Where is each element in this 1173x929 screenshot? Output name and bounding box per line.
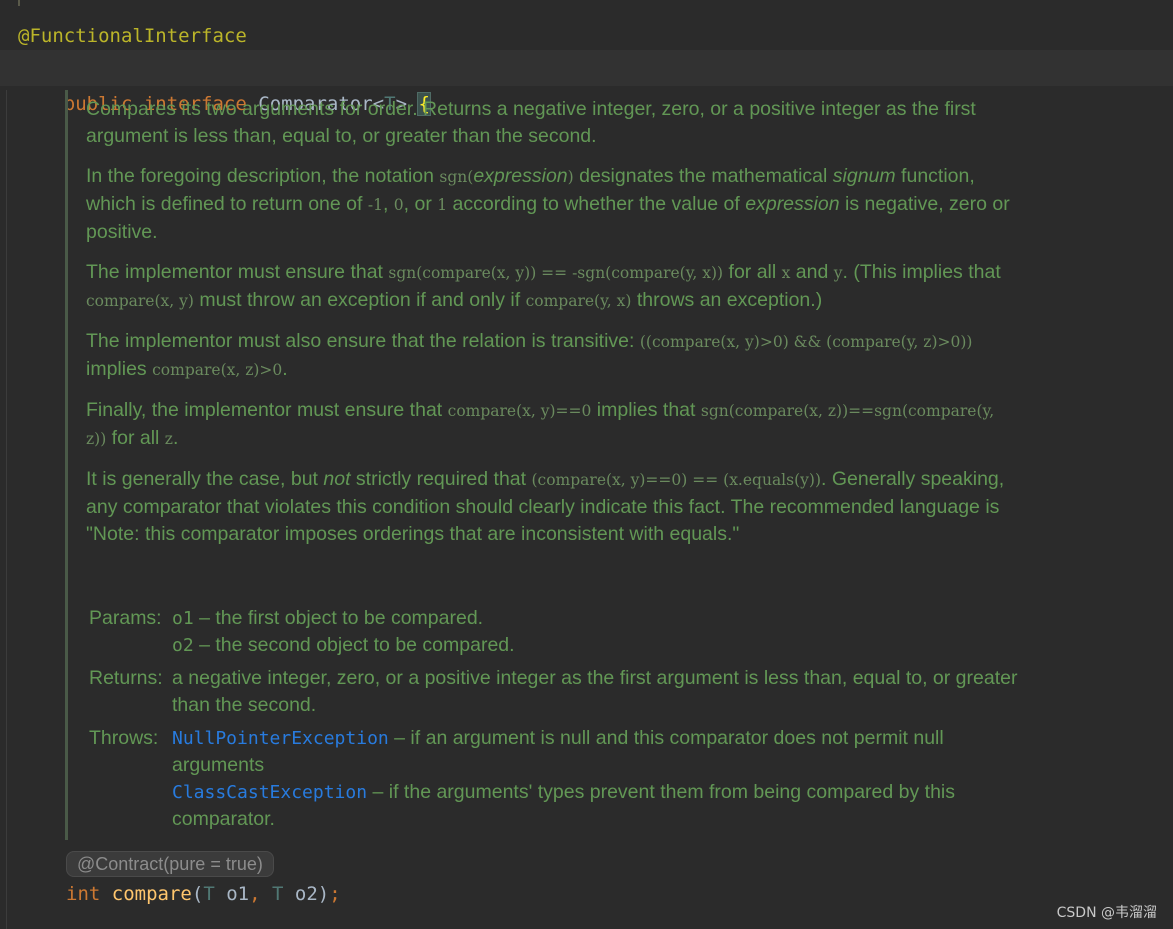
doc-text: The implementor must also ensure that th… bbox=[86, 330, 640, 352]
csdn-watermark: CSDN @韦溜溜 bbox=[1056, 905, 1157, 921]
method-name[interactable]: compare bbox=[112, 883, 192, 905]
doc-code: compare(x, y) bbox=[86, 292, 194, 310]
doc-code: (compare(x, y)==0) == (x.equals(y)) bbox=[531, 471, 821, 489]
doc-emphasis: expression bbox=[745, 193, 840, 215]
doc-text: according to whether the value of bbox=[447, 193, 746, 215]
functional-interface-annotation[interactable]: @FunctionalInterface bbox=[18, 25, 247, 47]
doc-code: ((compare(x, y)>0) && (compare(y, z)>0)) bbox=[639, 333, 973, 351]
doc-text: and bbox=[790, 261, 834, 283]
contract-inlay-hint[interactable]: @Contract(pure = true) bbox=[66, 851, 274, 877]
doc-text: . (This implies that bbox=[842, 261, 1001, 283]
returns-row: Returns: a negative integer, zero, or a … bbox=[89, 665, 1019, 719]
doc-text: It is generally the case, but bbox=[86, 468, 324, 490]
semicolon: ; bbox=[329, 883, 341, 905]
javadoc-paragraph: Finally, the implementor must ensure tha… bbox=[86, 397, 1016, 453]
interface-declaration-line[interactable]: public interface Comparator<T> { bbox=[0, 50, 1173, 116]
doc-emphasis: expression bbox=[473, 165, 568, 187]
doc-emphasis: signum bbox=[832, 165, 896, 187]
doc-text: throws an exception.) bbox=[631, 289, 823, 311]
javadoc-tags: Params: o1 – the first object to be comp… bbox=[89, 605, 1019, 839]
doc-code: compare(y, x) bbox=[525, 292, 632, 310]
annotation-line[interactable]: @FunctionalInterface bbox=[18, 22, 247, 50]
doc-text: must throw an exception if and only if bbox=[193, 289, 526, 311]
returns-label: Returns: bbox=[89, 667, 163, 689]
comma: , bbox=[249, 883, 261, 905]
doc-text: . bbox=[172, 427, 179, 449]
param-name: o2 bbox=[283, 883, 318, 905]
javadoc-render-bar[interactable] bbox=[65, 90, 68, 840]
javadoc-paragraph: The implementor must ensure that sgn(com… bbox=[86, 259, 1016, 315]
doc-code: 0 bbox=[393, 196, 404, 214]
doc-text: designates the mathematical bbox=[573, 165, 833, 187]
doc-code: compare(x, y)==0 bbox=[447, 402, 592, 420]
method-declaration-line[interactable]: int compare(T o1, T o2); bbox=[66, 879, 341, 909]
throws-label: Throws: bbox=[89, 727, 159, 749]
javadoc-rendered: Compares its two arguments for order. Re… bbox=[86, 96, 1016, 561]
doc-code: -1 bbox=[367, 196, 383, 214]
previous-line-remnant bbox=[0, 0, 1173, 6]
doc-text: The implementor must ensure that bbox=[86, 261, 389, 283]
doc-code: sgn( bbox=[439, 168, 474, 186]
doc-text: for all bbox=[106, 427, 165, 449]
null-pointer-exception-link[interactable]: NullPointerException bbox=[172, 728, 389, 749]
throws-row: Throws: NullPointerException – if an arg… bbox=[89, 725, 1019, 833]
doc-code: 1 bbox=[437, 196, 448, 214]
doc-text: , bbox=[382, 193, 394, 215]
param-o1-name: o1 bbox=[172, 608, 194, 629]
doc-code: compare(x, z)>0 bbox=[152, 361, 283, 379]
doc-code: z bbox=[164, 430, 173, 448]
paren-close: ) bbox=[317, 883, 330, 905]
doc-text: In the foregoing description, the notati… bbox=[86, 165, 440, 187]
javadoc-paragraph: It is generally the case, but not strict… bbox=[86, 466, 1016, 548]
doc-text: for all bbox=[723, 261, 782, 283]
doc-text: , or bbox=[403, 193, 438, 215]
param-name: o1 bbox=[214, 883, 250, 905]
javadoc-paragraph: Compares its two arguments for order. Re… bbox=[86, 98, 976, 147]
class-cast-exception-link[interactable]: ClassCastException bbox=[172, 782, 367, 803]
returns-desc: a negative integer, zero, or a positive … bbox=[172, 667, 1018, 716]
doc-text: . bbox=[282, 358, 288, 380]
javadoc-paragraph: The implementor must also ensure that th… bbox=[86, 328, 1016, 384]
javadoc-paragraph: In the foregoing description, the notati… bbox=[86, 163, 1016, 246]
doc-text: strictly required that bbox=[350, 468, 532, 490]
throws-body: NullPointerException – if an argument is… bbox=[172, 725, 1019, 833]
param-type: T bbox=[203, 883, 215, 905]
doc-emphasis: not bbox=[323, 468, 351, 490]
param-o1-desc: – the first object to be compared. bbox=[193, 607, 484, 629]
doc-code: y bbox=[833, 264, 843, 282]
params-row: Params: o1 – the first object to be comp… bbox=[89, 605, 1019, 659]
params-label: Params: bbox=[89, 607, 162, 629]
paren-open: ( bbox=[191, 883, 204, 905]
param-o2-name: o2 bbox=[172, 635, 194, 656]
indent-guide bbox=[18, 0, 20, 6]
doc-text: implies that bbox=[591, 399, 701, 421]
doc-code: sgn(compare(x, y)) == -sgn(compare(y, x)… bbox=[388, 264, 724, 282]
return-type: int bbox=[66, 883, 101, 905]
param-o2-desc: – the second object to be compared. bbox=[193, 634, 515, 656]
doc-text: implies bbox=[86, 358, 153, 380]
doc-text: Finally, the implementor must ensure tha… bbox=[86, 399, 448, 421]
param-type: T bbox=[260, 883, 284, 905]
params-body: o1 – the first object to be compared. o2… bbox=[172, 605, 1019, 659]
indent-guide bbox=[6, 90, 7, 929]
